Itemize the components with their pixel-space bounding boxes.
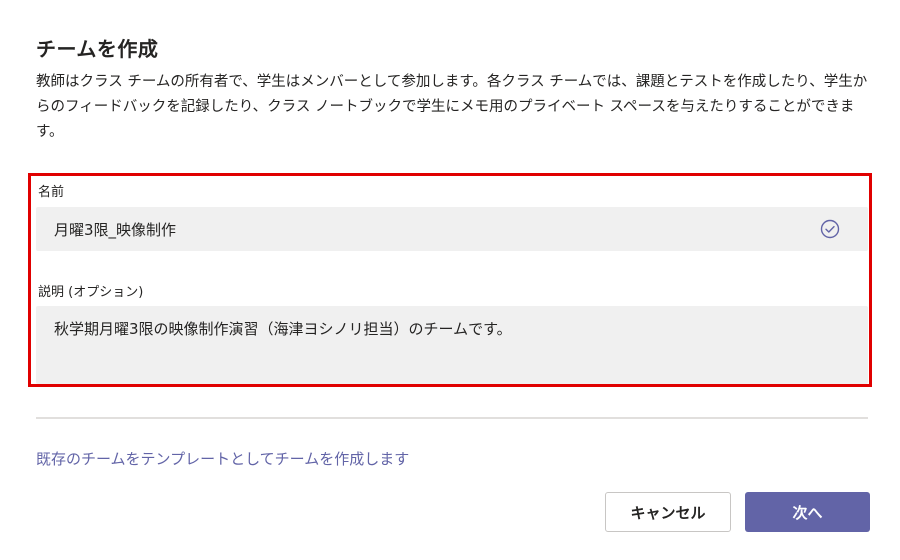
name-label: 名前 (38, 185, 65, 200)
create-from-template-link[interactable]: 既存のチームをテンプレートとしてチームを作成します (36, 448, 409, 469)
check-circle-icon (820, 219, 840, 239)
next-button[interactable]: 次へ (745, 492, 870, 532)
dialog-title: チームを作成 (36, 37, 159, 61)
cancel-button[interactable]: キャンセル (605, 492, 731, 532)
team-name-value: 月曜3限_映像制作 (54, 220, 177, 239)
description-label: 説明 (オプション) (38, 285, 144, 300)
dialog-description: 教師はクラス チームの所有者で、学生はメンバーとして参加します。各クラス チーム… (36, 74, 868, 140)
team-description-input[interactable]: 秋学期月曜3限の映像制作演習（海津ヨシノリ担当）のチームです。 (36, 306, 868, 384)
divider (36, 417, 868, 419)
team-description-value: 秋学期月曜3限の映像制作演習（海津ヨシノリ担当）のチームです。 (54, 320, 512, 338)
team-name-input[interactable]: 月曜3限_映像制作 (36, 207, 868, 251)
create-team-dialog: チームを作成 教師はクラス チームの所有者で、学生はメンバーとして参加します。各… (0, 0, 900, 560)
